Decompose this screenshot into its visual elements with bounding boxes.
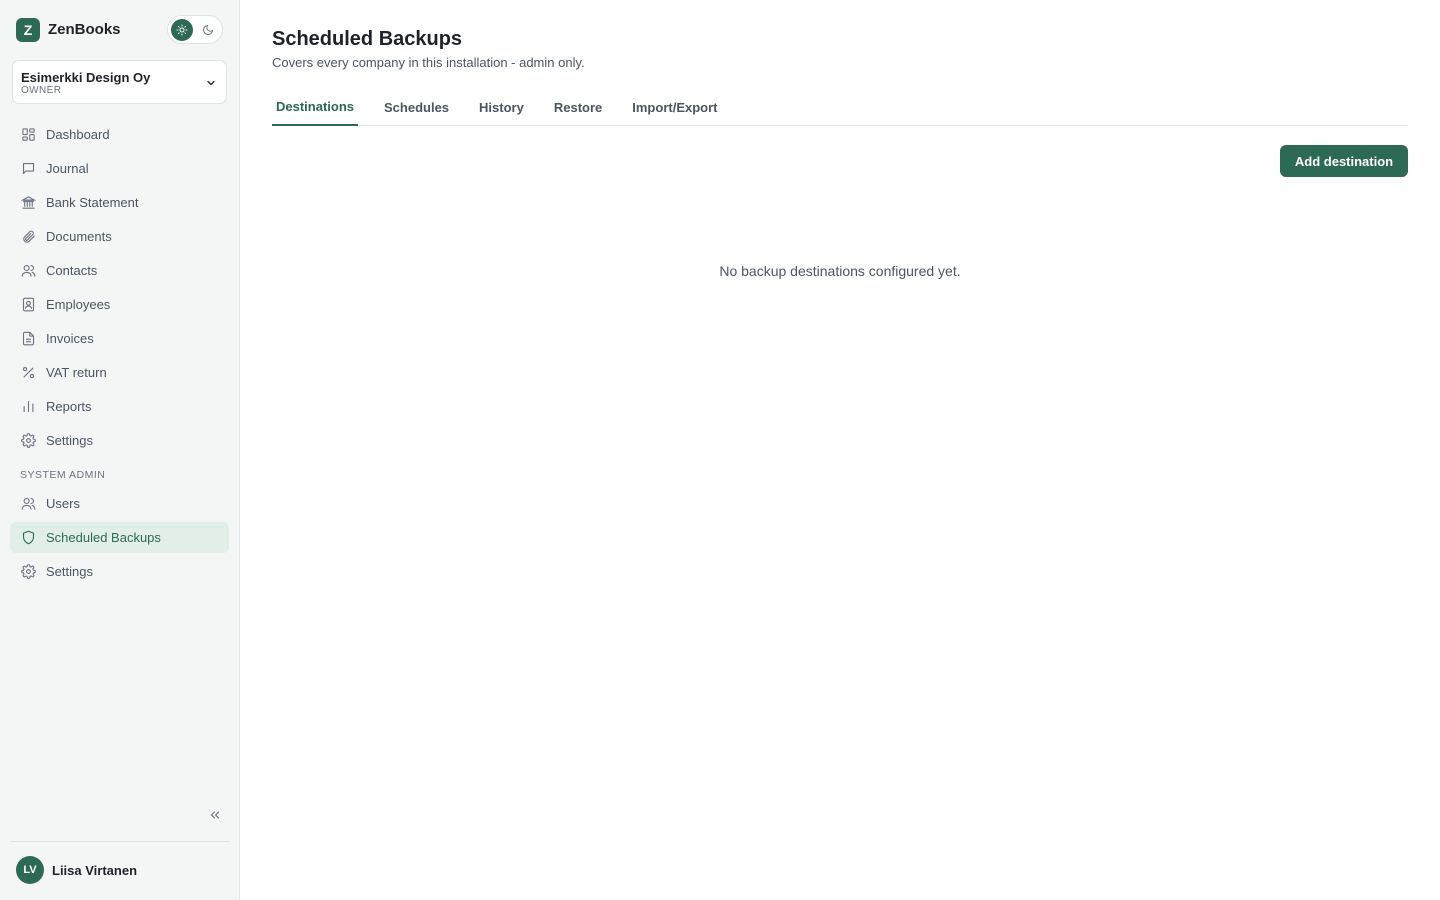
sidebar-item-employees[interactable]: Employees [10, 289, 229, 320]
section-label-system-admin: SYSTEM ADMIN [20, 469, 106, 481]
sidebar-item-label: Journal [46, 161, 89, 176]
tab-schedules[interactable]: Schedules [380, 90, 453, 126]
empty-state-message: No backup destinations configured yet. [719, 263, 961, 279]
sidebar-item-label: Reports [46, 399, 92, 414]
brand-name: ZenBooks [48, 21, 121, 38]
collapse-sidebar-icon[interactable] [206, 807, 224, 823]
percent-icon [20, 365, 36, 381]
sidebar-item-vat-return[interactable]: VAT return [10, 357, 229, 388]
sidebar-item-documents[interactable]: Documents [10, 221, 229, 252]
sidebar-divider [10, 841, 229, 842]
user-name: Liisa Virtanen [52, 862, 138, 878]
user-menu[interactable]: LV Liisa Virtanen [16, 856, 137, 884]
bank-icon [20, 195, 36, 211]
sidebar-item-label: Contacts [46, 263, 98, 278]
admin-nav: Users Scheduled Backups Settings [10, 488, 229, 590]
sidebar-item-label: VAT return [46, 365, 107, 380]
main-nav: Dashboard Journal Bank Statement Documen… [10, 119, 229, 459]
brand[interactable]: Z ZenBooks [16, 17, 121, 42]
sidebar-item-invoices[interactable]: Invoices [10, 323, 229, 354]
gear-icon [20, 433, 36, 449]
dashboard-icon [20, 127, 36, 143]
sidebar-item-label: Dashboard [46, 127, 110, 142]
tab-history[interactable]: History [475, 90, 528, 126]
chevron-down-icon [205, 76, 217, 94]
file-icon [20, 331, 36, 347]
id-badge-icon [20, 297, 36, 313]
avatar: LV [16, 856, 44, 884]
sidebar-item-reports[interactable]: Reports [10, 391, 229, 422]
gear-icon [20, 564, 36, 580]
sidebar-item-contacts[interactable]: Contacts [10, 255, 229, 286]
sidebar-item-admin-settings[interactable]: Settings [10, 556, 229, 587]
sidebar-item-users[interactable]: Users [10, 488, 229, 519]
sidebar-item-label: Users [46, 496, 80, 511]
sidebar-item-label: Scheduled Backups [46, 530, 161, 545]
brand-logo: Z [16, 17, 40, 42]
sidebar-item-dashboard[interactable]: Dashboard [10, 119, 229, 150]
company-name: Esimerkki Design Oy [21, 70, 151, 85]
moon-icon[interactable] [197, 19, 219, 41]
shield-icon [20, 530, 36, 546]
sun-icon[interactable] [171, 18, 193, 41]
tab-import-export[interactable]: Import/Export [628, 90, 721, 126]
bar-chart-icon [20, 399, 36, 415]
add-destination-button[interactable]: Add destination [1280, 145, 1408, 177]
company-selector[interactable]: Esimerkki Design Oy OWNER [12, 60, 227, 104]
paperclip-icon [20, 229, 36, 245]
sidebar-item-label: Invoices [46, 331, 94, 346]
sidebar-item-settings[interactable]: Settings [10, 425, 229, 456]
sidebar: Z ZenBooks Esimerkki Design Oy OWNER Das… [0, 0, 240, 900]
sidebar-item-label: Documents [46, 229, 112, 244]
sidebar-item-bank-statement[interactable]: Bank Statement [10, 187, 229, 218]
page-subtitle: Covers every company in this installatio… [272, 55, 585, 70]
sidebar-item-label: Settings [46, 564, 93, 579]
sidebar-item-label: Settings [46, 433, 93, 448]
tab-destinations[interactable]: Destinations [272, 90, 359, 126]
page-title: Scheduled Backups [272, 28, 463, 50]
tab-bar: Destinations Schedules History Restore I… [272, 90, 1408, 126]
users-icon [20, 263, 36, 279]
company-role: OWNER [21, 85, 62, 96]
users-icon [20, 496, 36, 512]
sidebar-item-label: Employees [46, 297, 111, 312]
sidebar-item-scheduled-backups[interactable]: Scheduled Backups [10, 522, 229, 553]
sidebar-item-journal[interactable]: Journal [10, 153, 229, 184]
journal-icon [20, 161, 36, 177]
tab-restore[interactable]: Restore [550, 90, 606, 126]
sidebar-item-label: Bank Statement [46, 195, 139, 210]
theme-toggle[interactable] [167, 15, 223, 44]
